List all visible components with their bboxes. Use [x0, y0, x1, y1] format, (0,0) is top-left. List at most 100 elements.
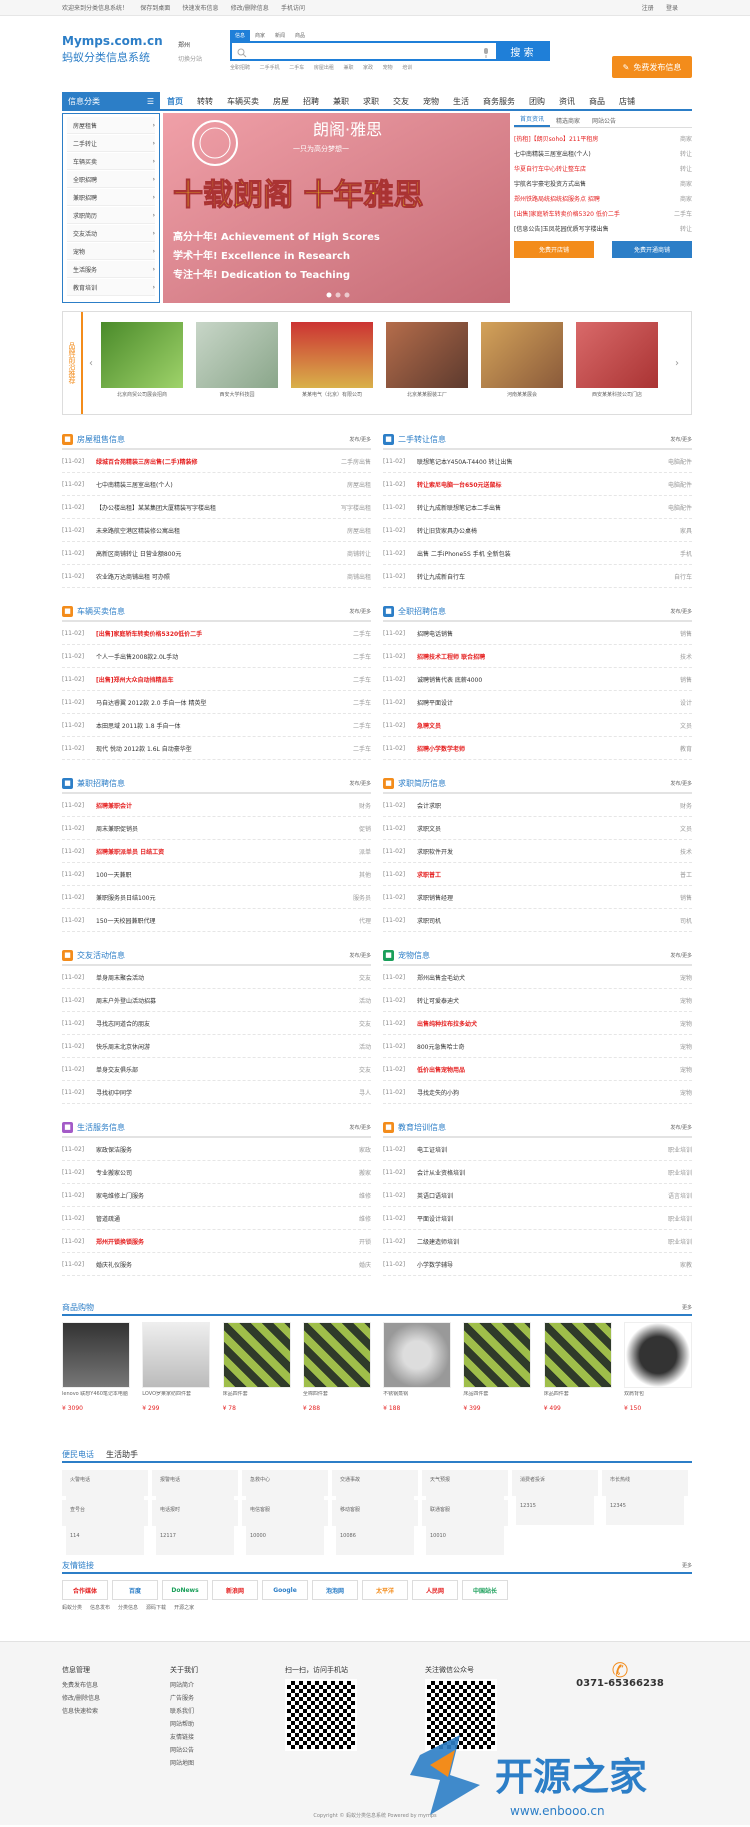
sidebar-item[interactable]: 二手转让 › — [67, 135, 155, 152]
list-item[interactable]: [11-02] 个人一手出售2008款2.0L手动 二手车 — [62, 645, 371, 668]
microphone-icon[interactable] — [482, 48, 490, 58]
sidebar-item[interactable]: 宠物 › — [67, 243, 155, 260]
news-item[interactable]: [出售]家庭轿车转卖价格5320 低价二手 二手车 — [514, 207, 692, 222]
brand-item[interactable]: 西安某某科技公司门店 — [576, 322, 658, 398]
list-item[interactable]: [11-02] 单身交友俱乐部 交友 — [62, 1058, 371, 1081]
post-info-button[interactable]: ✎ 免费发布信息 — [612, 56, 692, 78]
panel-more-link[interactable]: 发布/更多 — [349, 780, 371, 787]
brand-item[interactable]: 某某电气（北京）有限公司 — [291, 322, 373, 398]
list-item[interactable]: [11-02] 本田思域 2011款 1.8 手自一体 二手车 — [62, 714, 371, 737]
list-item[interactable]: [11-02] 快乐周末北京休闲游 活动 — [62, 1035, 371, 1058]
phone-entry[interactable]: 联通客服 10010 — [422, 1500, 508, 1555]
search-button[interactable]: 搜 索 — [496, 43, 548, 59]
nav-item[interactable]: 生活 — [446, 96, 476, 107]
list-item[interactable]: [11-02] 求职软件开发 技术 — [383, 840, 692, 863]
chevron-right-icon[interactable]: › — [675, 358, 679, 369]
footer-link[interactable]: 网站地图 — [170, 1757, 198, 1770]
link-post[interactable]: 快速发布信息 — [183, 5, 219, 12]
brand-item[interactable]: 北京商贸公司展会招商 — [101, 322, 183, 398]
site-logo[interactable]: Mymps.com.cn 蚂蚁分类信息系统 — [62, 34, 163, 65]
nav-home[interactable]: 首页 — [160, 96, 190, 107]
nav-item[interactable]: 求职 — [356, 96, 386, 107]
goods-item[interactable]: 不锈钢蒸锅 ¥ 188 — [383, 1322, 452, 1412]
news-item[interactable]: 华夏自行车中心转让整车店 转让 — [514, 162, 692, 177]
list-item[interactable]: [11-02] 800元急售哈士奇 宠物 — [383, 1035, 692, 1058]
partner-logo[interactable]: DoNews — [162, 1580, 208, 1600]
list-item[interactable]: [11-02] 低价出售宠物用品 宠物 — [383, 1058, 692, 1081]
partner-logo[interactable]: 太平洋 — [362, 1580, 408, 1600]
phone-entry[interactable]: 移动客服 10086 — [332, 1500, 418, 1555]
tab-helper[interactable]: 生活助手 — [106, 1449, 138, 1460]
text-link[interactable]: 开源之家 — [174, 1605, 194, 1611]
goods-item[interactable]: lenovo 联想Y460笔记本电脑 ¥ 3090 — [62, 1322, 130, 1412]
list-item[interactable]: [11-02] 转让索尼电脑一台650元送鼠标 电脑配件 — [383, 473, 692, 496]
goods-item[interactable]: 双肩背包 ¥ 150 — [623, 1322, 692, 1412]
news-item[interactable]: 郑州铁路局统招统招服务点 招聘 商家 — [514, 192, 692, 207]
panel-more-link[interactable]: 发布/更多 — [670, 952, 692, 959]
register-link[interactable]: 注册 — [642, 5, 654, 12]
phone-entry[interactable]: 市长热线 12345 — [602, 1470, 688, 1525]
list-item[interactable]: [11-02] 求职司机 司机 — [383, 909, 692, 932]
phone-entry[interactable]: 急救中心120 — [242, 1470, 328, 1525]
list-item[interactable]: [11-02] 招聘小学数学老师 教育 — [383, 737, 692, 760]
list-item[interactable]: [11-02] 转让九成新联想笔记本二手出售 电脑配件 — [383, 496, 692, 519]
list-item[interactable]: [11-02] 郑州开锁换锁服务 开锁 — [62, 1230, 371, 1253]
list-item[interactable]: [11-02] 周末兼职促销员 促销 — [62, 817, 371, 840]
footer-link[interactable]: 广告服务 — [170, 1692, 198, 1705]
phone-entry[interactable]: 天气预报12121 — [422, 1470, 508, 1525]
panel-more-link[interactable]: 发布/更多 — [670, 436, 692, 443]
hot-link[interactable]: 房屋出租 — [314, 65, 334, 71]
list-item[interactable]: [11-02] 转让可爱泰迪犬 宠物 — [383, 989, 692, 1012]
list-item[interactable]: [11-02] 招聘平面设计 设计 — [383, 691, 692, 714]
text-link[interactable]: 源码下载 — [146, 1605, 166, 1611]
partner-logo[interactable]: 新浪网 — [212, 1580, 258, 1600]
goods-item[interactable]: 全棉四件套 ¥ 288 — [302, 1322, 371, 1412]
nav-item[interactable]: 招聘 — [296, 96, 326, 107]
chevron-left-icon[interactable]: ‹ — [89, 358, 93, 369]
hot-link[interactable]: 宠物 — [383, 65, 393, 71]
brand-item[interactable]: 河南某某展会 — [481, 322, 563, 398]
hot-link[interactable]: 家政 — [363, 65, 373, 71]
list-item[interactable]: [11-02] 求职普工 普工 — [383, 863, 692, 886]
list-item[interactable]: [11-02] 小学数学辅导 家教 — [383, 1253, 692, 1276]
partner-logo[interactable]: 合作媒体 — [62, 1580, 108, 1600]
city-switch[interactable]: 郑州 切换分站 — [178, 40, 202, 63]
goods-item[interactable]: 床品四件套 ¥ 499 — [543, 1322, 612, 1412]
text-link[interactable]: 信息发布 — [90, 1605, 110, 1611]
list-item[interactable]: [11-02] 家电维修上门服务 维修 — [62, 1184, 371, 1207]
list-item[interactable]: [11-02] 转让旧货家具办公桌椅 家具 — [383, 519, 692, 542]
sidebar-item[interactable]: 全职招聘 › — [67, 171, 155, 188]
list-item[interactable]: [11-02] 平面设计培训 职业培训 — [383, 1207, 692, 1230]
footer-link[interactable]: 网站公告 — [170, 1744, 198, 1757]
panel-more-link[interactable]: 发布/更多 — [670, 780, 692, 787]
list-item[interactable]: [11-02] 寻找初中同学 寻人 — [62, 1081, 371, 1104]
open-shop-button[interactable]: 免费开店铺 — [514, 241, 594, 258]
list-item[interactable]: [11-02] 寻找走失的小狗 宠物 — [383, 1081, 692, 1104]
links-more[interactable]: 更多 — [682, 1562, 692, 1569]
nav-item[interactable]: 兼职 — [326, 96, 356, 107]
login-link[interactable]: 登录 — [666, 5, 678, 12]
nav-item[interactable]: 转转 — [190, 96, 220, 107]
list-item[interactable]: [11-02] 专业搬家公司 搬家 — [62, 1161, 371, 1184]
panel-more-link[interactable]: 发布/更多 — [349, 436, 371, 443]
sidebar-item[interactable]: 车辆买卖 › — [67, 153, 155, 170]
list-item[interactable]: [11-02] 【办公楼出租】某某集团大厦精装写字楼出租 写字楼出租 — [62, 496, 371, 519]
search-tab-goods[interactable]: 商品 — [290, 30, 310, 41]
list-item[interactable]: [11-02] 转让九成新自行车 自行车 — [383, 565, 692, 588]
partner-logo[interactable]: 中国站长 — [462, 1580, 508, 1600]
nav-item[interactable]: 房屋 — [266, 96, 296, 107]
list-item[interactable]: [11-02] 现代 悦动 2012款 1.6L 自动豪华型 二手车 — [62, 737, 371, 760]
list-item[interactable]: [11-02] 100一天兼职 其他 — [62, 863, 371, 886]
list-item[interactable]: [11-02] 周末户外登山活动招募 活动 — [62, 989, 371, 1012]
list-item[interactable]: [11-02] 联想笔记本Y450A-T4400 转让出售 电脑配件 — [383, 450, 692, 473]
panel-more-link[interactable]: 发布/更多 — [670, 1124, 692, 1131]
list-item[interactable]: [11-02] 婚庆礼仪服务 婚庆 — [62, 1253, 371, 1276]
list-item[interactable]: [11-02] 寻找志同道合的朋友 交友 — [62, 1012, 371, 1035]
list-item[interactable]: [11-02] [出售]郑州大众自动挡精品车 二手车 — [62, 668, 371, 691]
brand-item[interactable]: 北京某某服装工厂 — [386, 322, 468, 398]
goods-item[interactable]: LOVO罗莱家纺四件套 ¥ 299 — [142, 1322, 211, 1412]
link-save[interactable]: 保存到桌面 — [140, 5, 170, 12]
nav-item[interactable]: 资讯 — [552, 96, 582, 107]
text-link[interactable]: 蚂蚁分类 — [62, 1605, 82, 1611]
footer-link[interactable]: 网站简介 — [170, 1679, 198, 1692]
